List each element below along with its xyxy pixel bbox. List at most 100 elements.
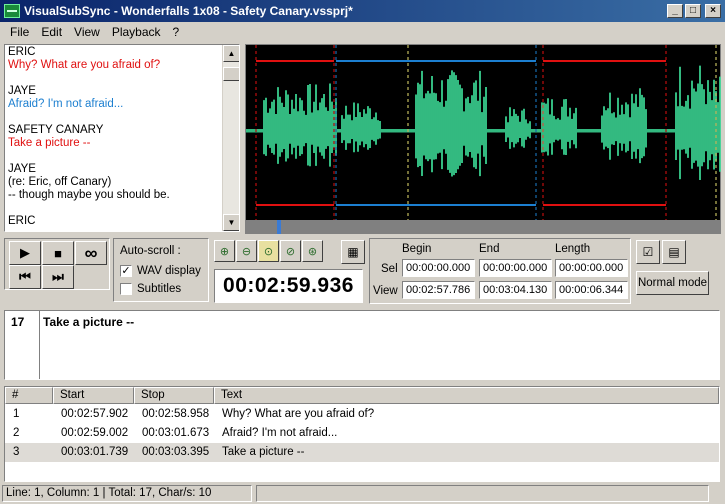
waveform-scroll-position[interactable] — [277, 220, 281, 234]
script-line: JAYE — [8, 163, 36, 175]
script-line: JAYE — [8, 85, 36, 97]
menu-bar: File Edit View Playback ? — [0, 22, 725, 42]
minimize-button[interactable]: _ — [667, 4, 683, 18]
title-bar: VisualSubSync - Wonderfalls 1x08 - Safet… — [0, 0, 725, 22]
zoom-selection-icon[interactable]: ⊙ — [258, 240, 279, 262]
playback-clock: 00:02:59.936 — [214, 269, 363, 303]
autoscroll-group: Auto-scroll : ✓ WAV display Subtitles — [113, 238, 209, 302]
cell-stop: 00:03:01.673 — [142, 427, 210, 439]
app-icon — [4, 4, 20, 18]
document-icon[interactable]: ▤ — [662, 240, 686, 264]
column-number[interactable]: # — [5, 387, 53, 404]
close-button[interactable]: × — [705, 4, 721, 18]
view-length-field[interactable]: 00:00:06.344 — [555, 281, 628, 299]
cell-num: 2 — [13, 427, 20, 439]
cell-num: 1 — [13, 408, 20, 420]
column-stop[interactable]: Stop — [134, 387, 214, 404]
previous-button[interactable]: ⏮ — [9, 265, 41, 289]
cell-text: Take a picture -- — [222, 446, 305, 458]
cell-stop: 00:03:03.395 — [142, 446, 210, 458]
subtitles-label: Subtitles — [137, 283, 182, 295]
stop-button[interactable]: ■ — [42, 241, 74, 265]
subtitle-list[interactable]: # Start Stop Text 1 00:02:57.902 00:02:58.… — [4, 386, 720, 482]
script-line: ERIC — [8, 46, 36, 58]
status-text: Line: 1, Column: 1 | Total: 17, Char/s: … — [2, 485, 252, 502]
sel-length-field[interactable]: 00:00:00.000 — [555, 259, 628, 277]
status-bar: Line: 1, Column: 1 | Total: 17, Char/s: … — [0, 483, 725, 504]
loop-button[interactable]: ∞ — [75, 241, 107, 265]
cell-text: Afraid? I'm not afraid... — [222, 427, 338, 439]
view-begin-field[interactable]: 00:02:57.786 — [402, 281, 475, 299]
table-row[interactable]: 3 00:03:01.739 00:03:03.395 Take a picture … — [5, 443, 719, 462]
menu-file[interactable]: File — [4, 25, 35, 39]
zoom-in-icon[interactable]: ⊕ — [214, 240, 235, 262]
script-line: Afraid? I'm not afraid... — [8, 98, 124, 110]
waveform-display[interactable] — [245, 44, 721, 234]
waveform-svg — [246, 45, 721, 221]
column-start[interactable]: Start — [53, 387, 134, 404]
subtitle-edit-text[interactable]: Take a picture -- — [43, 315, 134, 329]
begin-label: Begin — [402, 243, 432, 255]
sel-end-field[interactable]: 00:00:00.000 — [479, 259, 552, 277]
transport-controls: ▶ ■ ∞ ⏮ ⏭ — [4, 238, 110, 290]
text-pane-scrollbar[interactable]: ▲ ▼ — [222, 45, 239, 231]
script-text: ERIC Why? What are you afraid of? JAYE Afra… — [8, 46, 220, 228]
sel-label: Sel — [381, 263, 398, 275]
maximize-button[interactable]: □ — [685, 4, 701, 18]
view-label: View — [373, 285, 398, 297]
wav-display-check[interactable]: ✓ — [120, 265, 132, 277]
menu-help[interactable]: ? — [167, 25, 186, 39]
scroll-down-button[interactable]: ▼ — [223, 214, 239, 231]
cell-text: Why? What are you afraid of? — [222, 408, 375, 420]
script-line: ERIC — [8, 215, 36, 227]
status-panel — [256, 485, 709, 502]
subtitle-editor[interactable]: 17 Take a picture -- — [4, 310, 720, 380]
wav-display-checkbox[interactable]: ✓ WAV display — [120, 265, 201, 277]
next-button[interactable]: ⏭ — [42, 265, 74, 289]
cell-num: 3 — [13, 446, 20, 458]
sel-begin-field[interactable]: 00:00:00.000 — [402, 259, 475, 277]
waveform-path — [246, 65, 721, 180]
play-button[interactable]: ▶ — [9, 241, 41, 265]
script-line: SAFETY CANARY — [8, 124, 104, 136]
cell-stop: 00:02:58.958 — [142, 408, 210, 420]
menu-view[interactable]: View — [68, 25, 106, 39]
cell-start: 00:02:57.902 — [61, 408, 129, 420]
time-fields-group: Begin End Length Sel View 00:00:00.000 0… — [369, 238, 631, 304]
autoscroll-label: Auto-scroll : — [120, 245, 181, 257]
script-line: (re: Eric, off Canary) — [8, 176, 112, 188]
wav-display-label: WAV display — [137, 265, 201, 277]
script-line: Take a picture -- — [8, 137, 91, 149]
table-row[interactable]: 2 00:02:59.002 00:03:01.673 Afraid? I'm not… — [5, 424, 719, 443]
end-label: End — [479, 243, 500, 255]
cell-start: 00:03:01.739 — [61, 446, 129, 458]
column-text[interactable]: Text — [214, 387, 719, 404]
view-end-field[interactable]: 00:03:04.130 — [479, 281, 552, 299]
scroll-thumb[interactable] — [223, 67, 239, 81]
check-icon[interactable]: ☑ — [636, 240, 660, 264]
menu-edit[interactable]: Edit — [35, 25, 68, 39]
window-title: VisualSubSync - Wonderfalls 1x08 - Safet… — [24, 4, 353, 18]
snapshot-icon[interactable]: ▦ — [341, 240, 365, 264]
script-line: -- though maybe you should be. — [8, 189, 170, 201]
script-line: Why? What are you afraid of? — [8, 59, 161, 71]
waveform-scrollbar[interactable] — [245, 220, 721, 234]
scroll-up-button[interactable]: ▲ — [223, 45, 239, 62]
table-row[interactable]: 1 00:02:57.902 00:02:58.958 Why? What are y… — [5, 405, 719, 424]
subtitle-index: 17 — [5, 311, 40, 379]
length-label: Length — [555, 243, 591, 255]
zoom-out-icon[interactable]: ⊖ — [236, 240, 257, 262]
zoom-all-icon[interactable]: ⊘ — [280, 240, 301, 262]
cell-start: 00:02:59.002 — [61, 427, 129, 439]
subtitles-check[interactable] — [120, 283, 132, 295]
menu-playback[interactable]: Playback — [106, 25, 167, 39]
normal-mode-button[interactable]: Normal mode — [636, 271, 709, 295]
subtitles-checkbox[interactable]: Subtitles — [120, 283, 181, 295]
zoom-vertical-icon[interactable]: ⊛ — [302, 240, 323, 262]
list-header: # Start Stop Text — [5, 387, 719, 404]
script-text-pane[interactable]: ERIC Why? What are you afraid of? JAYE Afra… — [4, 44, 240, 232]
